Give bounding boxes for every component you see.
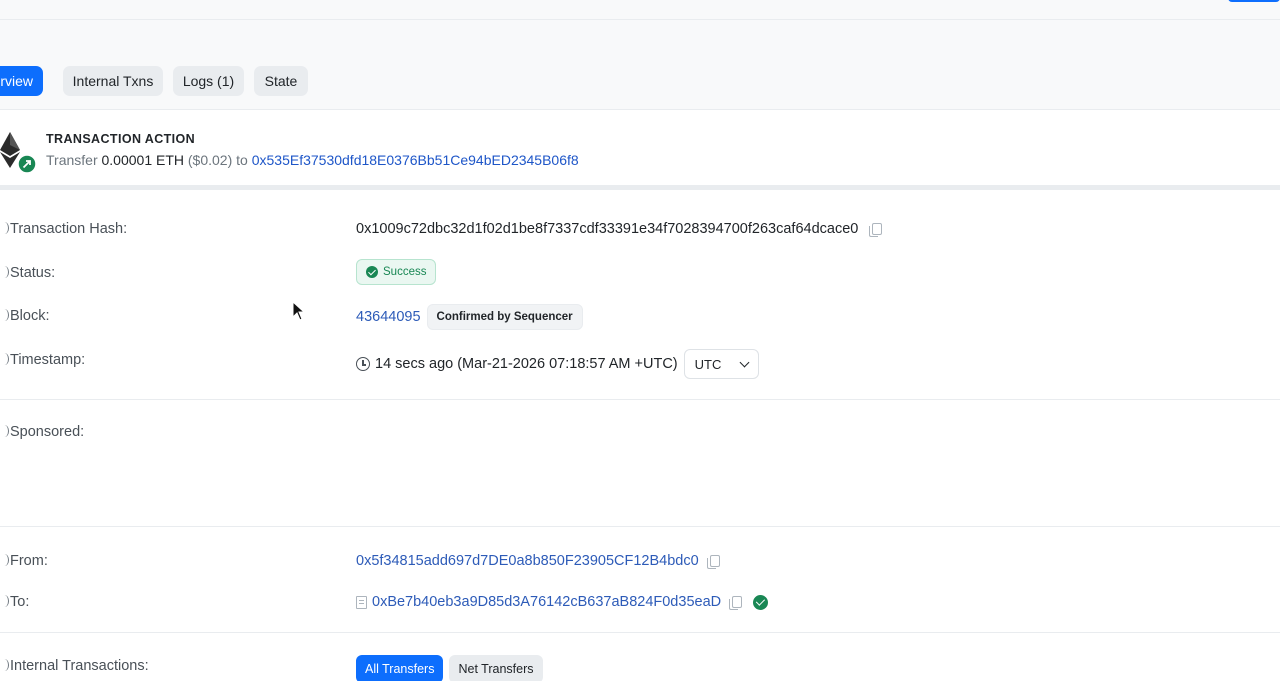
from-label: From: (0, 553, 48, 569)
all-transfers-button[interactable]: All Transfers (356, 655, 444, 681)
tab-internal-txns[interactable]: Internal Txns (63, 66, 163, 96)
help-icon[interactable] (0, 222, 9, 234)
help-icon[interactable] (0, 266, 9, 278)
status-badge: Success (356, 259, 437, 285)
block-number-link[interactable]: 43644095 (356, 309, 421, 325)
contract-file-icon (356, 595, 367, 609)
help-icon[interactable] (0, 554, 9, 566)
tab-state[interactable]: State (254, 66, 308, 96)
transaction-hash-value: 0x1009c72dbc32d1f02d1be8f7337cdf33391e34… (356, 221, 883, 237)
copy-icon[interactable] (706, 554, 720, 569)
block-value: 43644095 Confirmed by Sequencer (356, 304, 583, 330)
section-divider (0, 399, 1280, 400)
transaction-details-card: TRANSACTION ACTION Transfer 0.00001 ETH … (0, 109, 1280, 681)
to-label: To: (0, 594, 29, 610)
internal-transactions-label: Internal Transactions: (0, 658, 149, 674)
tab-overview[interactable]: rview (0, 66, 43, 96)
timestamp-value: 14 secs ago (Mar-21-2026 07:18:57 AM +UT… (356, 349, 759, 379)
action-usd-value: ($0.02) (187, 152, 233, 168)
transaction-action-summary: Transfer 0.00001 ETH ($0.02) to 0x535Ef3… (46, 152, 579, 168)
chevron-down-icon (739, 357, 750, 367)
copy-icon[interactable] (729, 595, 743, 610)
status-value: Success (356, 259, 437, 285)
section-divider (0, 526, 1280, 527)
from-value: 0x5f34815add697d7DE0a8b850F23905CF12B4bd… (356, 553, 720, 569)
net-transfers-button[interactable]: Net Transfers (449, 655, 543, 681)
sponsored-label: Sponsored: (0, 424, 84, 440)
from-address-link[interactable]: 0x5f34815add697d7DE0a8b850F23905CF12B4bd… (356, 553, 699, 569)
block-label: Block: (0, 308, 50, 324)
transaction-hash-label: Transaction Hash: (0, 221, 127, 237)
tab-logs[interactable]: Logs (1) (173, 66, 244, 96)
action-prefix: Transfer (46, 152, 98, 168)
transaction-hash-text: 0x1009c72dbc32d1f02d1be8f7337cdf33391e34… (356, 221, 859, 237)
confirmed-badge: Confirmed by Sequencer (426, 304, 583, 330)
action-amount: 0.00001 ETH (101, 152, 185, 168)
timestamp-label: Timestamp: (0, 352, 85, 368)
help-icon[interactable] (0, 353, 9, 365)
check-circle-icon (366, 266, 378, 278)
status-badge-text: Success (383, 266, 427, 278)
transaction-action-title: TRANSACTION ACTION (46, 132, 196, 146)
top-navbar (0, 0, 1280, 20)
tab-bar: rview Internal Txns Logs (1) State (0, 66, 318, 96)
timestamp-text: 14 secs ago (Mar-21-2026 07:18:57 AM +UT… (375, 356, 678, 372)
to-value: 0xBe7b40eb3a9D85d3A76142cB637aB824F0d35e… (356, 594, 769, 610)
help-icon[interactable] (0, 595, 9, 607)
transaction-action-section: TRANSACTION ACTION Transfer 0.00001 ETH … (0, 110, 1280, 190)
to-address-link[interactable]: 0xBe7b40eb3a9D85d3A76142cB637aB824F0d35e… (372, 594, 721, 610)
timezone-selected-value: UTC (694, 356, 722, 372)
help-icon[interactable] (0, 659, 9, 671)
help-icon[interactable] (0, 309, 9, 321)
help-icon[interactable] (0, 425, 9, 437)
action-to-word: to (236, 152, 248, 168)
timezone-select[interactable]: UTC (683, 349, 759, 379)
ethereum-transfer-icon (0, 132, 36, 174)
topbar-button[interactable] (1228, 0, 1280, 2)
internal-transactions-value: All Transfers Net Transfers (356, 655, 543, 681)
status-label: Status: (0, 265, 55, 281)
action-to-address-link[interactable]: 0x535Ef37530dfd18E0376Bb51Ce94bED2345B06… (252, 152, 579, 168)
clock-icon (356, 357, 370, 371)
copy-icon[interactable] (869, 222, 883, 237)
mouse-pointer-icon (292, 301, 306, 321)
verified-check-icon (753, 594, 769, 610)
section-divider (0, 632, 1280, 633)
